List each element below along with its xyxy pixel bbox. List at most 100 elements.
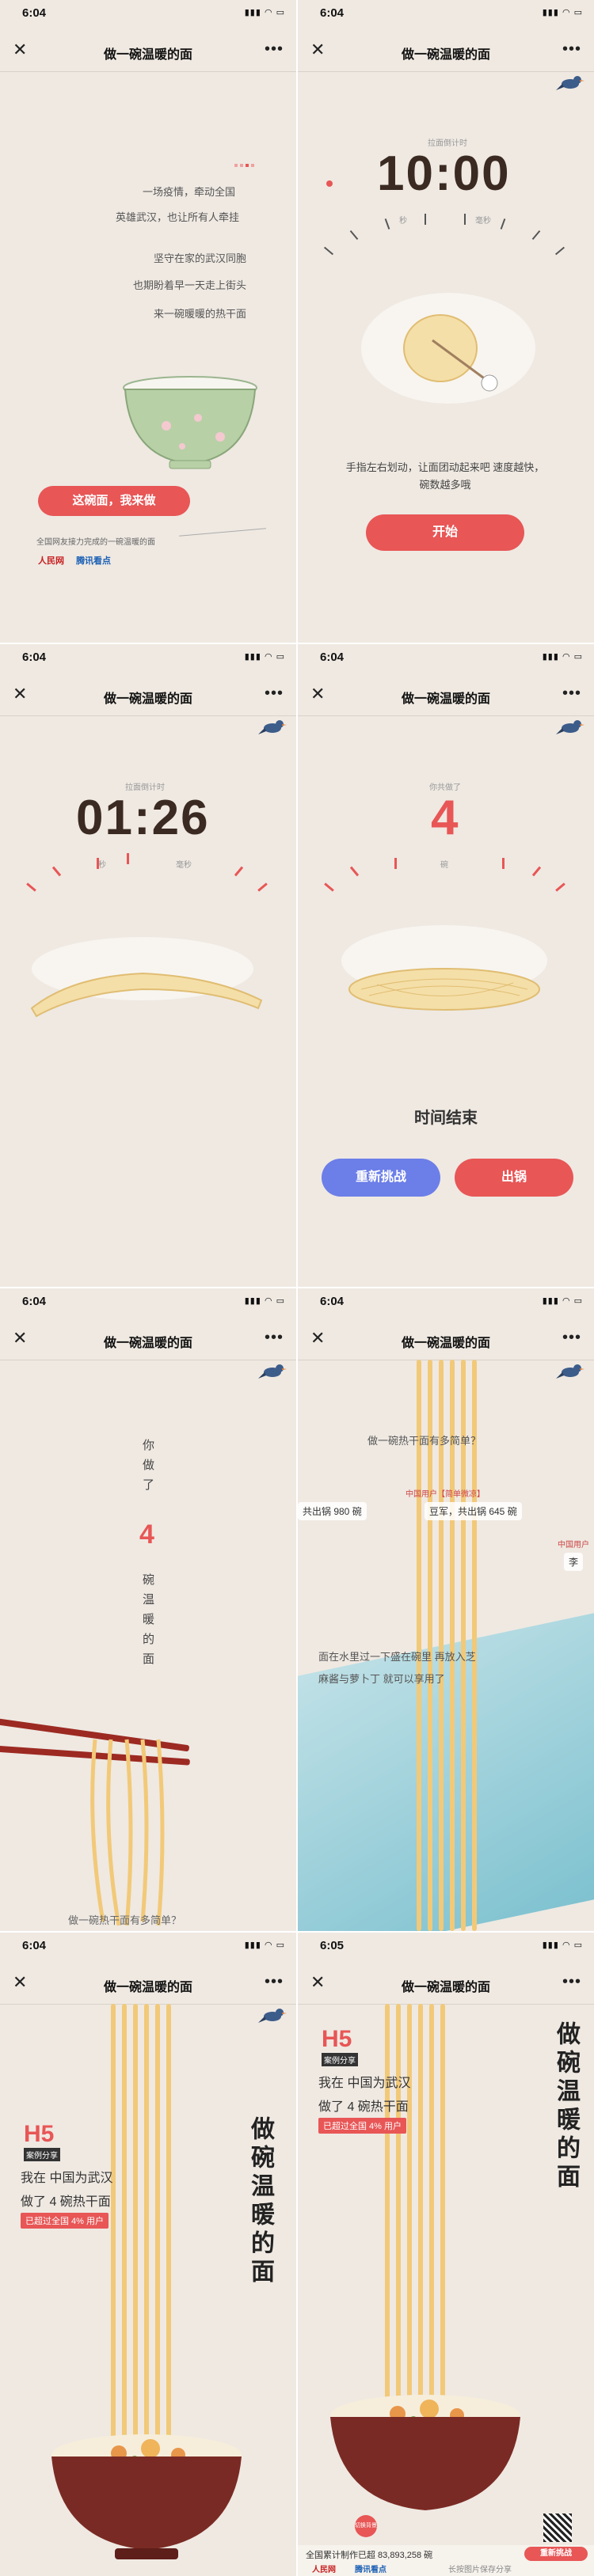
retry-button[interactable]: 重新挑战 [322, 1159, 440, 1197]
signal-icons: ▮▮▮ ◠ ▭ [542, 1941, 583, 1950]
bottom-question: 做一碗热干面有多简单？ [68, 1914, 182, 1926]
page-title: 做一碗温暖的面 [103, 1981, 192, 1994]
screen-intro: 6:04 ▮▮▮ ◠ ▭ ✕ 做一碗温暖的面 ••• 一场疫情，牵动全国 英雄武… [0, 0, 296, 643]
signal-icons: ▮▮▮ ◠ ▭ [542, 652, 583, 662]
screen-count-vertical: 6:04 ▮▮▮ ◠ ▭ ✕ 做一碗温暖的面 ••• 你做了 4 碗温暖的面 做… [0, 1288, 296, 1931]
nav-bar: ✕ 做一碗温暖的面 ••• [298, 32, 594, 72]
page-title: 做一碗温暖的面 [401, 1337, 490, 1350]
red-tick-marks [322, 842, 575, 905]
noodle-strands [385, 2004, 456, 2447]
bird-icon [556, 1364, 584, 1379]
serve-button[interactable]: 出锅 [455, 1159, 573, 1197]
vertical-count: 4 [139, 1519, 154, 1550]
caption-line [179, 528, 266, 537]
bird-icon [556, 76, 584, 90]
bird-icon [258, 720, 287, 734]
signal-icons: ▮▮▮ ◠ ▭ [542, 8, 583, 17]
count-tag-1: 共出锅 980 碗 [298, 1502, 367, 1520]
tencent-logo: 腾讯看点 [76, 556, 112, 566]
nav-bar: ✕ 做一碗温暖的面 ••• [0, 676, 296, 716]
status-time: 6:04 [22, 6, 47, 20]
intro-line-1: 一场疫情，牵动全国 [143, 186, 236, 198]
screen-result: 6:04 ▮▮▮ ◠ ▭ ✕ 做一碗温暖的面 ••• 你共做了 4 碗 时间结束… [298, 644, 594, 1287]
count-tag-2: 豆军，共出锅 645 碗 [425, 1502, 522, 1520]
timer-display: 01:26 [76, 791, 210, 845]
intro-caption: 全国网友接力完成的一碗温暖的面 [36, 538, 155, 547]
h5-text: H5 [24, 2121, 55, 2147]
recipe-text: 面在水里过一下盛在碗里 再放入芝麻酱与萝卜丁 就可以享用了 [318, 1651, 476, 1685]
screen-playing: 6:04 ▮▮▮ ◠ ▭ ✕ 做一碗温暖的面 ••• 拉面倒计时 01:26 秒… [0, 644, 296, 1287]
start-make-button[interactable]: 这碗面，我来做 [38, 486, 190, 516]
footer-logo-1: 人民网 [312, 2566, 336, 2574]
page-title: 做一碗温暖的面 [401, 1981, 490, 1994]
user-tag-3: 中国用户 [558, 1541, 589, 1550]
recipe-question: 做一碗热干面有多简单？ [367, 1435, 482, 1447]
status-bar: 6:04 ▮▮▮ ◠ ▭ [298, 1288, 594, 1312]
status-time: 6:05 [320, 1939, 345, 1952]
save-hint: 长按图片保存分享 [448, 2566, 512, 2574]
vertical-text-bottom: 碗温暖的面 [141, 1573, 154, 1672]
poster-line-2: 做了 4 碗热干面 [21, 2195, 111, 2209]
footer-bar: 全国累计制作已超 83,893,258 碗 重新挑战 人民网 腾讯看点 长按图片… [298, 2545, 594, 2576]
more-icon[interactable]: ••• [562, 1973, 581, 1991]
status-time: 6:04 [22, 651, 47, 664]
user-tag: 中国用户【简单微凉】 [406, 1490, 485, 1499]
total-count: 全国累计制作已超 83,893,258 碗 [306, 2551, 433, 2560]
more-icon[interactable]: ••• [562, 685, 581, 703]
more-icon[interactable]: ••• [265, 1973, 284, 1991]
footer-logo-2: 腾讯看点 [355, 2566, 386, 2574]
status-time: 6:04 [320, 1295, 345, 1308]
renmin-logo: 人民网 [38, 556, 64, 566]
h5-logo: H5 案例分享 [322, 2026, 358, 2067]
status-time: 6:04 [22, 1939, 47, 1952]
screen-poster-a: 6:04 ▮▮▮ ◠ ▭ ✕ 做一碗温暖的面 ••• H5 案例分享 我在 中国… [0, 1933, 296, 2576]
status-time: 6:04 [320, 651, 345, 664]
signal-icons: ▮▮▮ ◠ ▭ [244, 1296, 285, 1306]
noodles-lifted [90, 1739, 165, 1926]
regen-button[interactable]: 重新挑战 [524, 2547, 588, 2561]
status-time: 6:04 [22, 1295, 47, 1308]
bowl-illustration [123, 376, 257, 469]
h5-sub: 案例分享 [322, 2053, 358, 2066]
more-icon[interactable]: ••• [265, 40, 284, 59]
screen-poster-b: 6:05 ▮▮▮ ◠ ▭ ✕ 做一碗温暖的面 ••• H5 案例分享 我在 中国… [298, 1933, 594, 2576]
stretched-dough [30, 937, 263, 1018]
percent-badge: 已超过全国 4% 用户 [21, 2213, 109, 2229]
page-title: 做一碗温暖的面 [401, 48, 490, 62]
signal-icons: ▮▮▮ ◠ ▭ [542, 1296, 583, 1306]
more-icon[interactable]: ••• [265, 685, 284, 703]
h5-sub: 案例分享 [24, 2148, 60, 2161]
timer-display: 10:00 [377, 146, 511, 201]
switch-bg-button[interactable]: 切换背景 [355, 2515, 377, 2537]
noodle-strands [111, 2004, 182, 2463]
dough-illustration [361, 293, 535, 404]
status-bar: 6:05 ▮▮▮ ◠ ▭ [298, 1933, 594, 1956]
page-title: 做一碗温暖的面 [103, 1337, 192, 1350]
poster-title-vertical: 做碗温暖的面 [247, 2116, 273, 2287]
screen-recipe: 6:04 ▮▮▮ ◠ ▭ ✕ 做一碗温暖的面 ••• 做一碗热干面有多简单？ 中… [298, 1288, 594, 1931]
intro-line-2: 英雄武汉，也让所有人牵挂 [116, 211, 240, 223]
page-title: 做一碗温暖的面 [103, 48, 192, 62]
red-tick-marks [24, 842, 277, 905]
more-icon[interactable]: ••• [562, 1329, 581, 1347]
count-display: 4 [431, 791, 460, 845]
bowl-of-noodles [330, 2395, 520, 2510]
status-bar: 6:04 ▮▮▮ ◠ ▭ [0, 1933, 296, 1956]
tick-marks [322, 206, 575, 269]
more-icon[interactable]: ••• [562, 40, 581, 59]
page-title: 做一碗温暖的面 [401, 692, 490, 706]
intro-line-5: 来一碗暖暖的热干面 [154, 308, 247, 320]
timer-dot [326, 180, 333, 187]
h5-text: H5 [322, 2026, 352, 2052]
poster-title-vertical: 做碗温暖的面 [553, 2021, 579, 2192]
user-tag-4: 李 [564, 1553, 584, 1571]
poster-line-1: 我在 中国为武汉 [318, 2077, 411, 2090]
start-button[interactable]: 开始 [366, 514, 524, 551]
more-icon[interactable]: ••• [265, 1329, 284, 1347]
status-bar: 6:04 ▮▮▮ ◠ ▭ [0, 1288, 296, 1312]
intro-line-3: 坚守在家的武汉同胞 [154, 252, 247, 264]
status-bar: 6:04 ▮▮▮ ◠ ▭ [0, 644, 296, 668]
nav-bar: ✕ 做一碗温暖的面 ••• [0, 1320, 296, 1360]
nav-bar: ✕ 做一碗温暖的面 ••• [0, 1964, 296, 2005]
poster-line-2: 做了 4 碗热干面 [318, 2100, 409, 2114]
